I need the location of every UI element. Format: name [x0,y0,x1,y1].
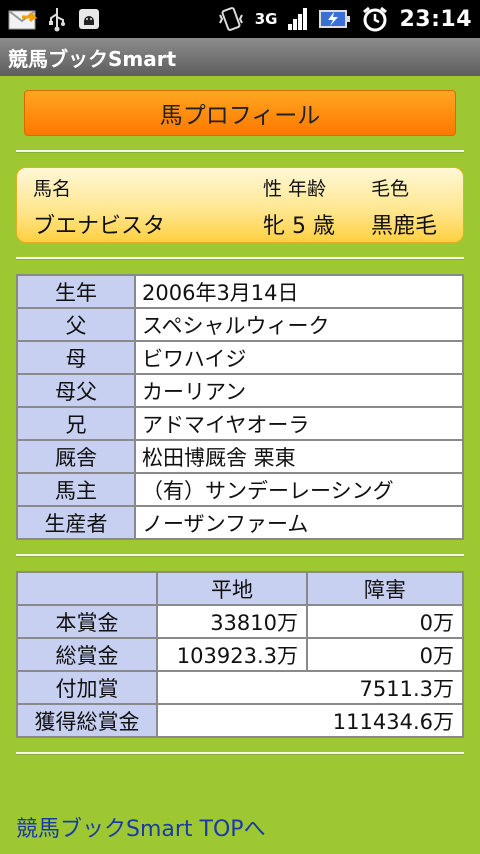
profile-value: カーリアン [134,373,464,408]
table-header-row: 平地 障害 [16,571,464,606]
vibrate-icon [217,5,245,33]
profile-value: アドマイヤオーラ [134,406,464,441]
empty-header-cell [16,571,158,606]
signal-icon [287,5,309,33]
horse-sex-age: 牝 5 歳 [263,214,335,239]
profile-label: 生年 [16,274,136,309]
prize-label: 本賞金 [16,604,158,639]
profile-label: 母 [16,340,136,375]
divider [16,257,464,260]
profile-value: ビワハイジ [134,340,464,375]
main-content: 馬プロフィール 馬名 性 年齢 毛色 ブエナビスタ 牝 5 歳 黒鹿毛 生年 20… [0,76,480,843]
profile-value: 2006年3月14日 [134,274,464,309]
additional-prize-value: 7511.3万 [156,670,464,705]
table-row: 父スペシャルウィーク [16,307,464,342]
sex-age-header: 性 年齢 [263,178,327,200]
prize-jump-value: 0万 [306,604,464,639]
prize-flat-value: 103923.3万 [156,637,308,672]
table-row: 付加賞 7511.3万 [16,670,464,705]
horse-name-card: 馬名 性 年齢 毛色 ブエナビスタ 牝 5 歳 黒鹿毛 [16,167,464,243]
divider [16,752,464,755]
app-title-bar: 競馬ブックSmart [0,38,480,76]
additional-prize-label: 付加賞 [16,670,158,705]
clock: 23:14 [399,6,472,32]
profile-value: （有）サンデーレーシング [134,472,464,507]
table-row: 生産者 ノーザンファーム [16,505,464,540]
usb-icon [48,5,66,33]
profile-value: スペシャルウィーク [134,307,464,342]
battery-charging-icon [319,5,351,33]
profile-label: 母父 [16,373,136,408]
profile-label: 生産者 [16,505,136,540]
horse-name: ブエナビスタ [33,214,166,239]
total-prize-label: 獲得総賞金 [16,703,158,738]
profile-label: 兄 [16,406,136,441]
top-page-link[interactable]: 競馬ブックSmart TOPへ [16,811,266,843]
jump-column-header: 障害 [306,571,464,606]
profile-value: ノーザンファーム [134,505,464,540]
table-row: 母父 カーリアン [16,373,464,408]
divider [16,554,464,557]
table-row: 母ビワハイジ [16,340,464,375]
horse-coat-color: 黒鹿毛 [371,214,438,239]
alarm-icon [361,5,389,33]
profile-label: 父 [16,307,136,342]
table-row: 兄アドマイヤオーラ [16,406,464,441]
status-bar: 3G 23:14 [0,0,480,38]
horse-profile-header: 馬プロフィール [24,90,456,136]
profile-label: 厩舎 [16,439,136,474]
prize-flat-value: 33810万 [156,604,308,639]
app-title: 競馬ブックSmart [8,46,177,71]
prize-money-table: 平地 障害 本賞金 33810万 0万 総賞金 103923.3万 0万 付加賞… [16,571,464,738]
prize-jump-value: 0万 [306,637,464,672]
profile-value: 松田博厩舎 栗東 [134,439,464,474]
total-prize-value: 111434.6万 [156,703,464,738]
mail-icon [8,5,38,33]
table-row: 馬主 （有）サンデーレーシング [16,472,464,507]
profile-table: 生年 2006年3月14日 父スペシャルウィーク 母ビワハイジ 母父 カーリアン 兄… [16,274,464,540]
flat-column-header: 平地 [156,571,308,606]
table-row: 生年 2006年3月14日 [16,274,464,309]
network-type-indicator: 3G [254,10,278,28]
table-row: 総賞金 103923.3万 0万 [16,637,464,672]
coat-color-header: 毛色 [371,178,410,200]
profile-label: 馬主 [16,472,136,507]
table-row: 本賞金 33810万 0万 [16,604,464,639]
prize-label: 総賞金 [16,637,158,672]
horse-profile-header-label: 馬プロフィール [159,103,321,129]
android-debug-icon [76,5,102,33]
table-row: 厩舎 松田博厩舎 栗東 [16,439,464,474]
divider [16,150,464,153]
table-row: 獲得総賞金 111434.6万 [16,703,464,738]
name-header: 馬名 [33,178,72,200]
